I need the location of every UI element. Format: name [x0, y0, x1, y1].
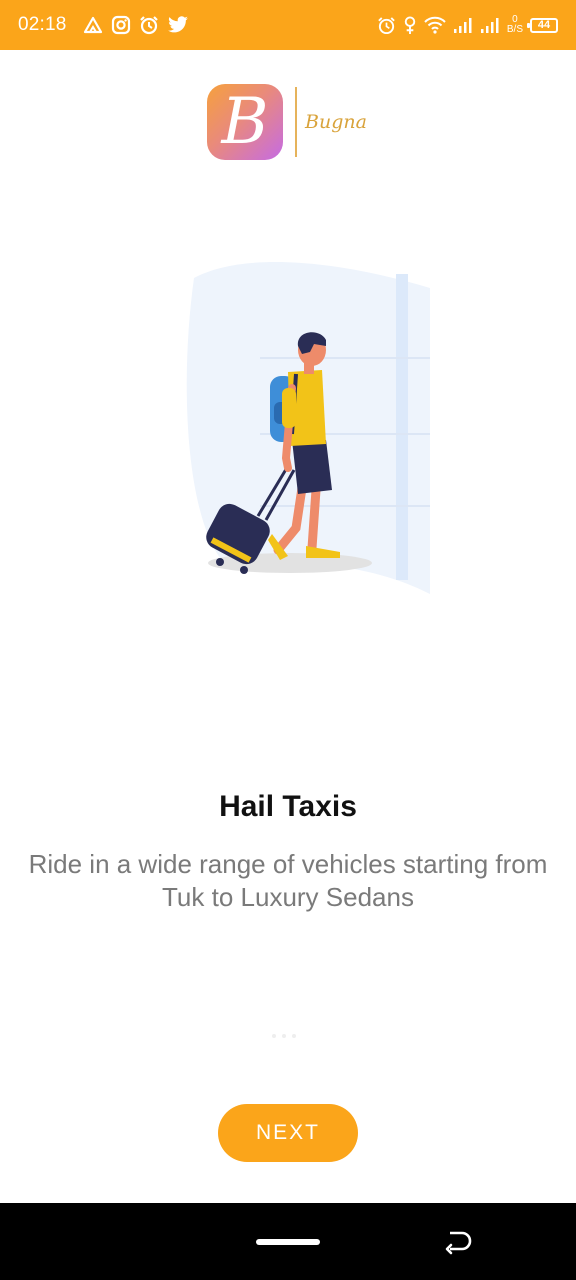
onboarding-description: Ride in a wide range of vehicles startin…	[28, 849, 548, 912]
wifi-icon	[424, 16, 446, 34]
home-pill-icon[interactable]	[256, 1239, 320, 1245]
battery-indicator: 44	[527, 17, 558, 33]
logo-letter: B	[221, 85, 269, 159]
traveler-illustration	[186, 261, 430, 594]
page-dot	[292, 1034, 296, 1038]
network-speed-unit: B/S	[506, 24, 523, 35]
alert-triangle-icon	[83, 16, 103, 34]
network-speed: 0 B/S	[507, 15, 523, 35]
onboarding-title: Hail Taxis	[219, 790, 357, 823]
instagram-icon	[111, 15, 131, 35]
signal-icon	[453, 16, 473, 34]
battery-level: 44	[537, 19, 551, 31]
page-dot	[272, 1034, 276, 1038]
status-bar-left: 02:18	[18, 14, 189, 36]
back-icon[interactable]	[444, 1229, 472, 1255]
location-icon	[403, 15, 417, 35]
status-time: 02:18	[18, 14, 67, 35]
app-logo: B Bugna	[207, 84, 367, 160]
status-bar: 02:18 0 B/S 44	[0, 0, 576, 50]
alarm-icon	[377, 16, 396, 35]
twitter-icon	[167, 16, 189, 34]
signal-icon	[480, 16, 500, 34]
alarm-icon	[139, 15, 159, 35]
page-dot	[282, 1034, 286, 1038]
next-button[interactable]: NEXT	[218, 1104, 358, 1162]
logo-mark: B	[207, 84, 283, 160]
logo-brand-name: Bugna	[305, 111, 367, 133]
onboarding-illustration	[180, 258, 436, 598]
status-bar-right: 0 B/S 44	[377, 15, 558, 35]
system-navigation-bar	[0, 1203, 576, 1280]
page-indicator	[272, 1034, 296, 1038]
logo-divider	[295, 87, 297, 157]
